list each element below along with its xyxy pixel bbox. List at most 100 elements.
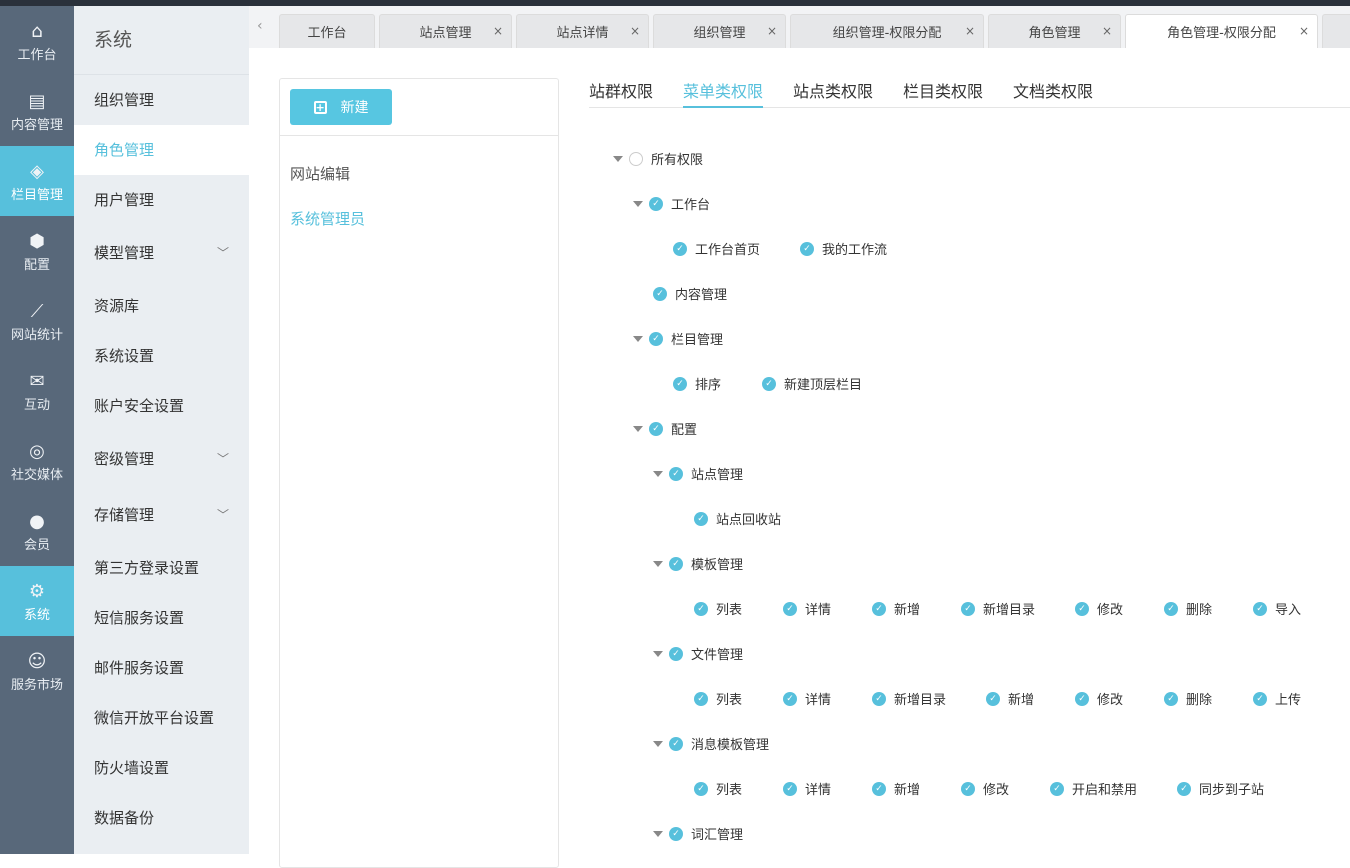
tree-node-checkbox[interactable]: ✓ 新增: [872, 599, 961, 618]
role-item[interactable]: 网站编辑: [290, 163, 350, 184]
rail-item-7[interactable]: ● 会员: [0, 496, 74, 566]
tree-node-checkbox[interactable]: ✓ 新增: [872, 779, 961, 798]
tree-node-checkbox[interactable]: ✓ 内容管理: [653, 284, 767, 303]
close-icon[interactable]: ×: [493, 24, 503, 38]
sub-nav-item[interactable]: 账户安全设置: [74, 381, 249, 431]
caret-down-icon[interactable]: [653, 650, 663, 657]
tree-node-checkbox[interactable]: ✓ 排序: [673, 374, 762, 393]
caret-down-icon[interactable]: [633, 335, 643, 342]
tree-node-checkbox[interactable]: ✓ 修改: [1075, 599, 1164, 618]
tab-scroll-left-icon[interactable]: ‹: [257, 18, 263, 34]
tree-node-checkbox[interactable]: ✓ 详情: [783, 779, 872, 798]
permission-tab[interactable]: 站点类权限: [793, 78, 873, 108]
sub-nav-item[interactable]: 密级管理 ﹀: [74, 431, 249, 487]
permission-tab[interactable]: 菜单类权限: [683, 78, 764, 108]
tree-node-checkbox[interactable]: ✓ 站点管理: [669, 464, 783, 483]
tab-item[interactable]: 工作台: [279, 14, 375, 48]
rail-item-5[interactable]: ✉ 互动: [0, 356, 74, 426]
rail-item-3[interactable]: ⬢ 配置: [0, 216, 74, 286]
sub-nav-item[interactable]: 模型管理 ﹀: [74, 225, 249, 281]
close-icon[interactable]: ×: [767, 24, 777, 38]
tree-node-checkbox[interactable]: ✓ 列表: [694, 779, 783, 798]
caret-down-icon[interactable]: [633, 200, 643, 207]
sub-nav-item[interactable]: 防火墙设置: [74, 743, 249, 793]
tab-item[interactable]: 组织管理 ×: [653, 14, 786, 48]
tab-item[interactable]: 站点详情 ×: [516, 14, 649, 48]
caret-down-icon[interactable]: [653, 470, 663, 477]
rail-item-4[interactable]: ⟋ 网站统计: [0, 286, 74, 356]
tree-node-checkbox[interactable]: ✓ 详情: [783, 599, 872, 618]
sub-nav-item[interactable]: 微信开放平台设置: [74, 693, 249, 743]
tree-node-checkbox[interactable]: ✓ 新建顶层栏目: [762, 374, 902, 393]
sub-nav-item[interactable]: 组织管理: [74, 75, 249, 125]
tree-node-checkbox[interactable]: ✓ 栏目管理: [649, 329, 763, 348]
rail-item-0[interactable]: ⌂ 工作台: [0, 6, 74, 76]
chevron-down-icon: ﹀: [216, 508, 229, 522]
rail-item-1[interactable]: ▤ 内容管理: [0, 76, 74, 146]
tab-overflow[interactable]: [1322, 14, 1350, 48]
tree-node-checkbox[interactable]: ✓ 详情: [783, 689, 872, 708]
caret-down-icon[interactable]: [633, 425, 643, 432]
tree-node-checkbox[interactable]: ✓ 删除: [1164, 599, 1253, 618]
sub-nav-item[interactable]: 数据备份: [74, 793, 249, 843]
tree-node-checkbox[interactable]: ✓ 配置: [649, 419, 738, 438]
tree-node-checkbox[interactable]: ✓ 同步到子站: [1177, 779, 1304, 798]
tree-node-checkbox[interactable]: ✓ 站点回收站: [694, 509, 821, 528]
sub-nav-item[interactable]: 存储管理 ﹀: [74, 487, 249, 543]
tree-node-checkbox[interactable]: ✓ 导入: [1253, 599, 1342, 618]
gear-icon: ⚙: [28, 580, 46, 602]
sub-nav-item[interactable]: 系统设置: [74, 331, 249, 381]
caret-down-icon[interactable]: [653, 560, 663, 567]
tree-node-checkbox[interactable]: 所有权限: [629, 149, 743, 168]
tree-node-label: 新增: [894, 603, 921, 618]
sub-nav-item[interactable]: 用户管理: [74, 175, 249, 225]
sub-nav-item[interactable]: 短信服务设置: [74, 593, 249, 643]
tree-node-checkbox[interactable]: ✓ 我的工作流: [800, 239, 927, 258]
tree-node-checkbox[interactable]: ✓ 上传: [1253, 689, 1342, 708]
tree-node-checkbox[interactable]: ✓ 修改: [961, 779, 1050, 798]
rail-item-6[interactable]: ◎ 社交媒体: [0, 426, 74, 496]
permission-tab[interactable]: 文档类权限: [1013, 78, 1093, 108]
tree-node-checkbox[interactable]: ✓ 修改: [1075, 689, 1164, 708]
tab-item[interactable]: 站点管理 ×: [379, 14, 512, 48]
permission-tab[interactable]: 站群权限: [589, 78, 653, 108]
rail-item-9[interactable]: ☺ 服务市场: [0, 636, 74, 706]
tree-node-checkbox[interactable]: ✓ 词汇管理: [669, 824, 783, 843]
check-circle-icon: ✓: [1164, 601, 1179, 616]
tree-node-checkbox[interactable]: ✓ 模板管理: [669, 554, 783, 573]
rail-item-8[interactable]: ⚙ 系统: [0, 566, 74, 636]
sub-nav-item[interactable]: 角色管理: [74, 125, 249, 175]
tab-item[interactable]: 角色管理-权限分配 ×: [1125, 14, 1318, 48]
tree-node-checkbox[interactable]: ✓ 文件管理: [669, 644, 783, 663]
tree-node-checkbox[interactable]: ✓ 工作台: [649, 194, 750, 213]
close-icon[interactable]: ×: [630, 24, 640, 38]
sub-nav-item[interactable]: 资源库: [74, 281, 249, 331]
tree-row: ✓ 列表 ✓ 详情 ✓ 新增 ✓ 新增目录 ✓ 修改 ✓ 删除 ✓ 导入: [694, 586, 1342, 631]
role-item[interactable]: 系统管理员: [290, 208, 365, 229]
tree-node-checkbox[interactable]: ✓ 删除: [1164, 689, 1253, 708]
tree-node-checkbox[interactable]: ✓ 工作台首页: [673, 239, 800, 258]
caret-down-icon[interactable]: [613, 155, 623, 162]
tree-node-label: 词汇管理: [691, 828, 744, 843]
sub-nav-item[interactable]: 邮件服务设置: [74, 643, 249, 693]
close-icon[interactable]: ×: [1299, 24, 1309, 38]
close-icon[interactable]: ×: [1102, 24, 1112, 38]
new-role-button[interactable]: + 新建: [290, 89, 392, 125]
rail-item-2[interactable]: ◈ 栏目管理: [0, 146, 74, 216]
caret-down-icon[interactable]: [653, 740, 663, 747]
permission-tab[interactable]: 栏目类权限: [903, 78, 983, 108]
tree-node-checkbox[interactable]: ✓ 新增目录: [961, 599, 1075, 618]
tab-item[interactable]: 组织管理-权限分配 ×: [790, 14, 984, 48]
tree-node-checkbox[interactable]: ✓ 新增: [986, 689, 1075, 708]
sub-nav-item-label: 账户安全设置: [94, 397, 185, 415]
tree-node-checkbox[interactable]: ✓ 消息模板管理: [669, 734, 809, 753]
tree-node-label: 修改: [1097, 603, 1124, 618]
close-icon[interactable]: ×: [965, 24, 975, 38]
sub-nav-item[interactable]: 第三方登录设置: [74, 543, 249, 593]
caret-down-icon[interactable]: [653, 830, 663, 837]
tree-node-checkbox[interactable]: ✓ 新增目录: [872, 689, 986, 708]
tab-item[interactable]: 角色管理 ×: [988, 14, 1121, 48]
tree-node-checkbox[interactable]: ✓ 列表: [694, 599, 783, 618]
tree-node-checkbox[interactable]: ✓ 列表: [694, 689, 783, 708]
tree-node-checkbox[interactable]: ✓ 开启和禁用: [1050, 779, 1177, 798]
